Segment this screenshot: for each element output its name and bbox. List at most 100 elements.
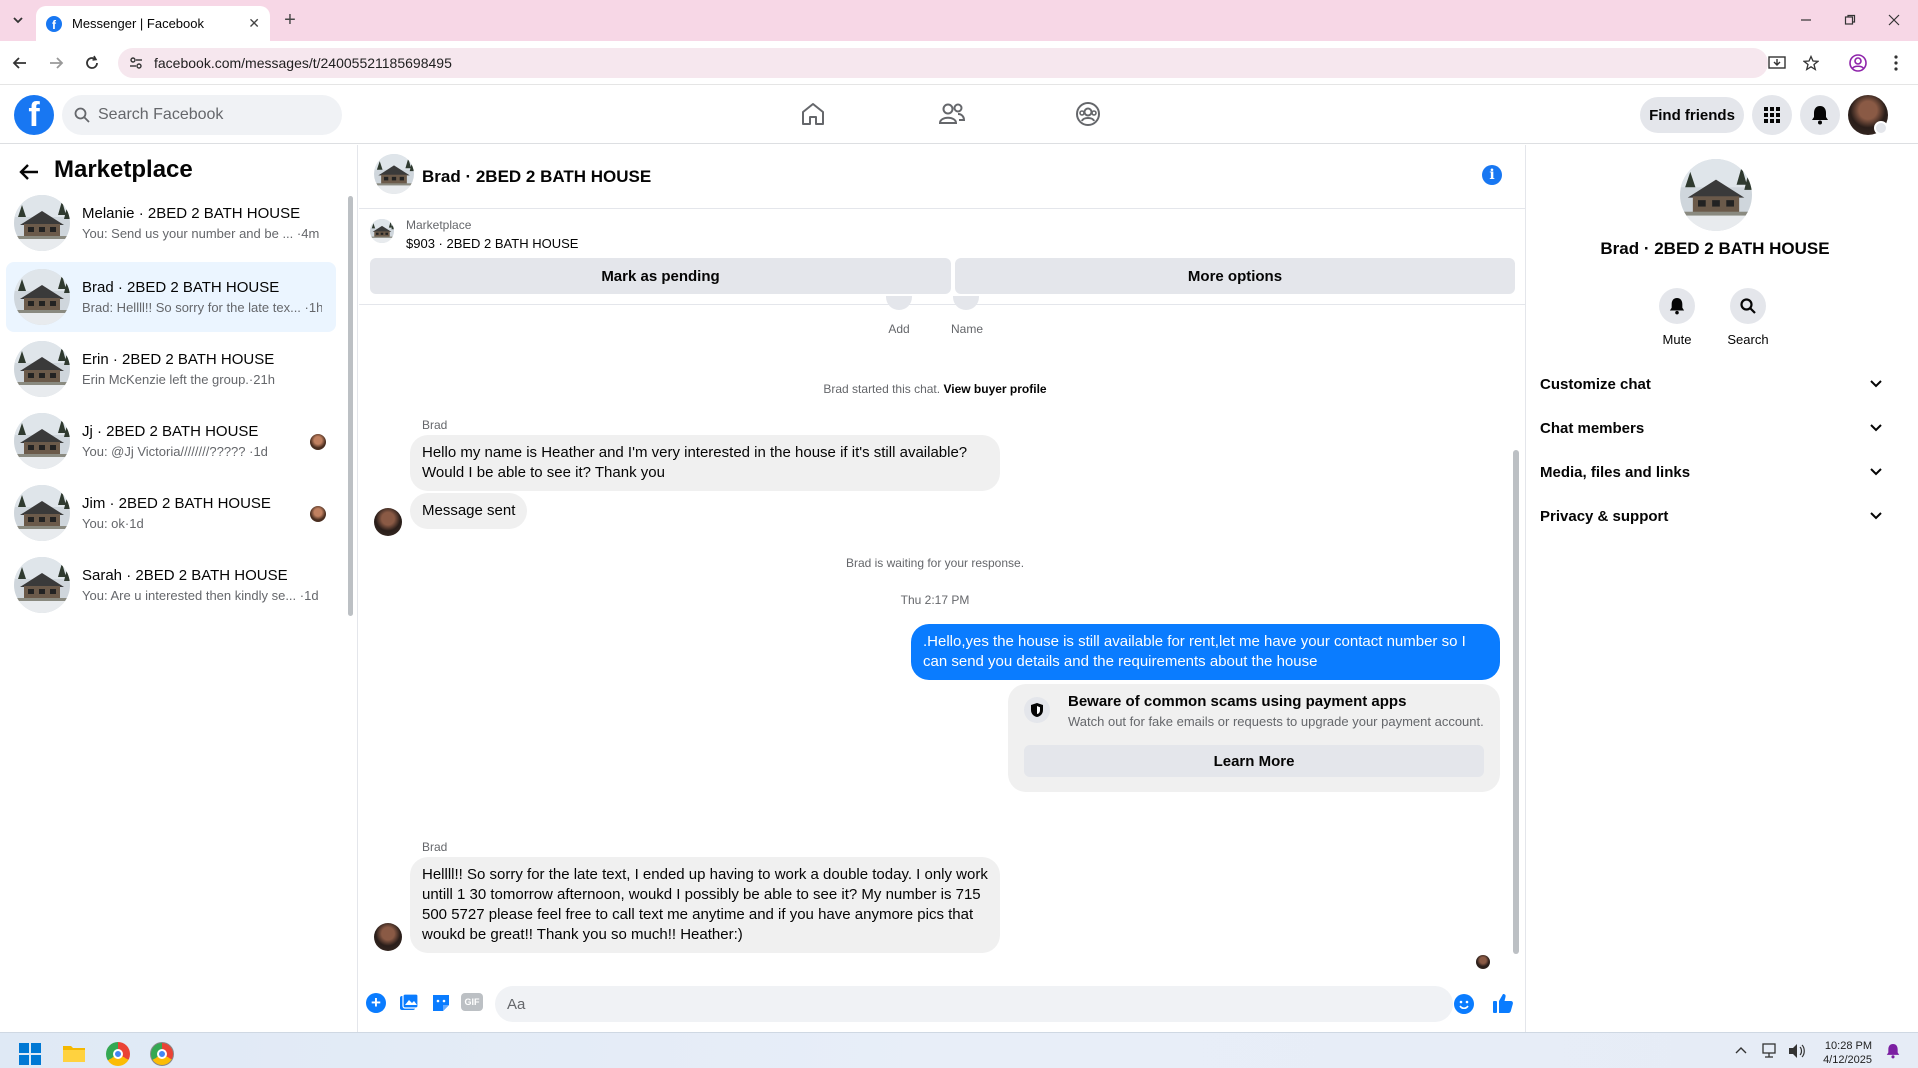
notifications-bell-icon[interactable] [1800, 95, 1840, 135]
browser-menu-icon[interactable] [1884, 51, 1908, 75]
home-icon[interactable] [800, 101, 826, 127]
conversation-preview: You: Send us your number and be ... ·4m [82, 226, 320, 241]
notification-bell-icon[interactable] [1886, 1043, 1900, 1059]
incoming-message[interactable]: Hellll!! So sorry for the late text, I e… [410, 857, 1000, 953]
read-receipt-avatar [310, 506, 326, 522]
add-person-icon[interactable] [886, 296, 912, 310]
conversation-name: Melanie · 2BED 2 BATH HOUSE [82, 205, 301, 222]
facebook-logo-icon[interactable]: f [14, 95, 54, 135]
chat-details-panel [1525, 145, 1918, 1032]
menu-grid-icon[interactable] [1752, 95, 1792, 135]
incoming-message[interactable]: Message sent [410, 493, 528, 529]
conversation-name: Erin · 2BED 2 BATH HOUSE [82, 351, 275, 368]
network-icon[interactable] [1762, 1043, 1780, 1059]
incoming-message[interactable]: Hello my name is Heather and I'm very in… [410, 435, 1000, 491]
conversation-sarah[interactable]: Sarah · 2BED 2 BATH HOUSE You: Are u int… [6, 550, 336, 620]
listing-thumbnail [14, 195, 70, 251]
search-in-chat-button[interactable]: Search [1718, 288, 1778, 347]
address-bar[interactable]: facebook.com/messages/t/2400552118569849… [118, 48, 1768, 78]
listing-price-title[interactable]: $903 · 2BED 2 BATH HOUSE [406, 236, 578, 251]
chat-started-notice: Brad started this chat. View buyer profi… [700, 382, 1170, 396]
plus-icon[interactable]: + [366, 993, 386, 1013]
bookmark-star-icon[interactable] [1799, 51, 1823, 75]
forward-arrow-icon[interactable] [44, 51, 68, 75]
chat-title[interactable]: Brad · 2BED 2 BATH HOUSE [422, 167, 651, 187]
sender-avatar[interactable] [374, 923, 402, 951]
close-tab-icon[interactable]: ✕ [248, 15, 260, 32]
scam-warning-title: Beware of common scams using payment app… [1068, 693, 1407, 710]
friends-icon[interactable] [938, 101, 966, 127]
chrome-active-icon[interactable] [150, 1042, 174, 1066]
sticker-icon[interactable] [431, 993, 451, 1013]
windows-start-icon[interactable] [19, 1043, 41, 1065]
chevron-down-icon[interactable] [1874, 121, 1888, 135]
close-window-icon[interactable] [1882, 8, 1906, 32]
show-hidden-icons-chevron[interactable] [1735, 1046, 1747, 1054]
volume-icon[interactable] [1788, 1043, 1806, 1059]
chevron-down-icon [1870, 424, 1882, 432]
system-clock[interactable]: 10:28 PM 4/12/2025 [1812, 1039, 1872, 1067]
install-app-icon[interactable] [1765, 51, 1789, 75]
like-thumb-icon[interactable] [1492, 992, 1514, 1014]
info-icon[interactable]: i [1482, 165, 1502, 185]
facebook-favicon-icon: f [46, 15, 62, 32]
tab-search-icon[interactable] [6, 8, 30, 32]
minimize-icon[interactable] [1794, 8, 1818, 32]
chat-scrollbar[interactable] [1513, 450, 1519, 954]
left-scrollbar[interactable] [348, 196, 353, 616]
sender-name: Brad [422, 840, 448, 854]
mute-label: Mute [1662, 332, 1692, 347]
conversation-preview: Erin McKenzie left the group.·21h [82, 372, 275, 387]
mark-as-pending-button[interactable]: Mark as pending [370, 258, 951, 294]
waiting-notice: Brad is waiting for your response. [845, 556, 1025, 570]
shield-icon [1024, 697, 1050, 723]
chrome-profile-m-icon[interactable] [106, 1042, 130, 1066]
restore-icon[interactable] [1838, 8, 1862, 32]
back-arrow-icon[interactable] [8, 51, 32, 75]
conversation-name: Jj · 2BED 2 BATH HOUSE [82, 423, 259, 440]
back-arrow-icon[interactable] [18, 162, 40, 182]
marketplace-title: Marketplace [54, 156, 193, 183]
privacy-support-item[interactable]: Privacy & support [1540, 498, 1890, 534]
edit-name-icon[interactable] [953, 296, 979, 310]
site-settings-icon[interactable] [124, 51, 148, 75]
sender-avatar[interactable] [374, 508, 402, 536]
message-placeholder: Aa [507, 995, 526, 1013]
file-explorer-icon[interactable] [62, 1043, 86, 1063]
media-files-links-item[interactable]: Media, files and links [1540, 454, 1890, 490]
add-label[interactable]: Add [870, 322, 928, 336]
conversation-preview: You: ok·1d [82, 516, 144, 531]
emoji-icon[interactable] [1454, 994, 1474, 1014]
conversation-preview: You: @Jj Victoria////////????? ·1d [82, 444, 268, 459]
conversation-erin[interactable]: Erin · 2BED 2 BATH HOUSE Erin McKenzie l… [6, 334, 336, 404]
conversation-brad[interactable]: Brad · 2BED 2 BATH HOUSE Brad: Hellll!! … [6, 262, 336, 332]
new-tab-button[interactable]: + [278, 8, 302, 32]
conversation-melanie[interactable]: Melanie · 2BED 2 BATH HOUSE You: Send us… [6, 188, 336, 258]
chevron-down-icon [1870, 468, 1882, 476]
gif-icon[interactable]: GIF [461, 993, 483, 1011]
profile-icon[interactable] [1846, 51, 1870, 75]
conversation-jim[interactable]: Jim · 2BED 2 BATH HOUSE You: ok·1d [6, 478, 336, 548]
name-label[interactable]: Name [938, 322, 996, 336]
outgoing-message[interactable]: .Hello,yes the house is still available … [911, 624, 1500, 680]
photo-icon[interactable] [399, 993, 419, 1013]
facebook-search-input[interactable]: Search Facebook [62, 95, 342, 135]
more-options-button[interactable]: More options [955, 258, 1515, 294]
conversation-jj[interactable]: Jj · 2BED 2 BATH HOUSE You: @Jj Victoria… [6, 406, 336, 476]
chat-listing-avatar[interactable] [374, 154, 414, 194]
customize-chat-item[interactable]: Customize chat [1540, 366, 1890, 402]
view-buyer-profile-link[interactable]: View buyer profile [943, 382, 1046, 396]
listing-thumbnail [14, 341, 70, 397]
find-friends-button[interactable]: Find friends [1640, 97, 1744, 133]
mute-button[interactable]: Mute [1647, 288, 1707, 347]
reload-icon[interactable] [80, 51, 104, 75]
chat-profile-image[interactable] [1680, 159, 1752, 231]
groups-icon[interactable] [1075, 101, 1101, 127]
learn-more-button[interactable]: Learn More [1024, 745, 1484, 777]
chat-started-text: Brad started this chat. [823, 382, 941, 396]
message-input[interactable]: Aa [495, 986, 1453, 1022]
browser-tab[interactable]: f Messenger | Facebook ✕ [36, 6, 270, 41]
listing-thumbnail [370, 219, 394, 243]
chat-members-item[interactable]: Chat members [1540, 410, 1890, 446]
url-text: facebook.com/messages/t/2400552118569849… [154, 55, 452, 71]
